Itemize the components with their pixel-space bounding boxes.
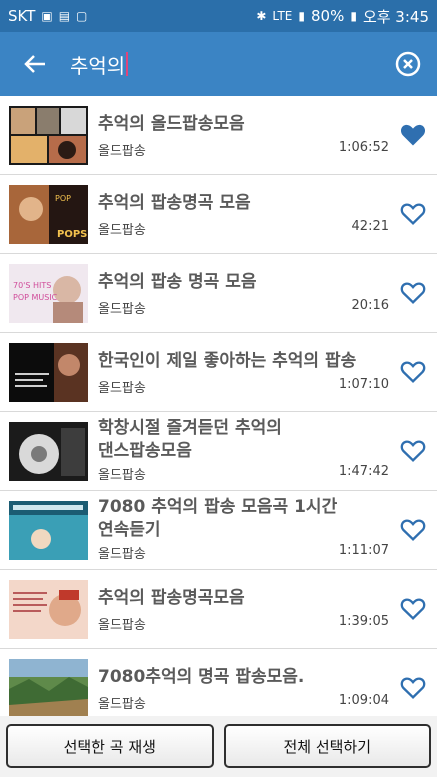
heart-outline-icon[interactable] — [399, 516, 427, 544]
list-item[interactable]: 7080추억의 명곡 팝송모음. 올드팝송 1:09:04 — [0, 649, 437, 716]
thumb-text-top: POP — [55, 194, 71, 203]
heart-outline-icon[interactable] — [399, 437, 427, 465]
heart-outline-icon[interactable] — [399, 674, 427, 702]
carrier-label: SKT — [8, 7, 36, 25]
song-title-line2: 연속듣기 — [98, 520, 161, 540]
list-item[interactable]: 7080 추억의 팝송 모음곡 1시간 연속듣기 올드팝송 1:11:07 — [0, 491, 437, 570]
heart-outline-icon[interactable] — [399, 279, 427, 307]
video-thumbnail — [9, 580, 88, 639]
text-cursor — [126, 52, 129, 76]
list-item[interactable]: 70'S HITS POP MUSIC 추억의 팝송 명곡 모음 올드팝송 20… — [0, 254, 437, 333]
list-item[interactable]: 학창시절 즐겨듣던 추억의 댄스팝송모음 올드팝송 1:47:42 — [0, 412, 437, 491]
status-left: SKT ▣ ▤ ▢ — [8, 7, 87, 25]
lte-label: LTE — [272, 9, 293, 23]
song-title: 추억의 올드팝송모음 — [98, 114, 245, 134]
close-circle-icon — [395, 51, 421, 77]
bluetooth-icon: ✱ — [256, 9, 267, 23]
song-category: 올드팝송 — [98, 144, 146, 159]
video-thumbnail — [9, 422, 88, 481]
heart-filled-icon[interactable] — [399, 121, 427, 149]
list-item[interactable]: 추억의 올드팝송모음 올드팝송 1:06:52 — [0, 96, 437, 175]
list-item[interactable]: POP POPS 추억의 팝송명곡 모음 올드팝송 42:21 — [0, 175, 437, 254]
song-category: 올드팝송 — [98, 381, 146, 396]
thumb-text-line1: 70'S HITS — [13, 281, 51, 290]
back-arrow-icon — [24, 55, 45, 73]
sim-notification-icon: ▤ — [58, 9, 71, 23]
heart-outline-icon[interactable] — [399, 200, 427, 228]
song-list: 추억의 올드팝송모음 올드팝송 1:06:52 POP POPS 추억의 팝송명… — [0, 96, 437, 716]
song-category: 올드팝송 — [98, 547, 146, 562]
download-notification-icon: ▢ — [76, 9, 88, 23]
video-thumbnail — [9, 659, 88, 716]
song-category: 올드팝송 — [98, 302, 146, 317]
song-title-line1: 학창시절 즐겨듣던 추억의 — [98, 418, 282, 438]
clear-search-button[interactable] — [379, 32, 437, 96]
video-thumbnail — [9, 343, 88, 402]
song-duration: 42:21 — [351, 219, 389, 234]
list-item[interactable]: 한국인이 제일 좋아하는 추억의 팝송 올드팝송 1:07:10 — [0, 333, 437, 412]
song-duration: 20:16 — [351, 298, 389, 313]
video-thumbnail: 70'S HITS POP MUSIC — [9, 264, 88, 323]
song-title: 7080추억의 명곡 팝송모음. — [98, 667, 305, 687]
play-selected-button[interactable]: 선택한 곡 재생 — [6, 724, 214, 768]
video-thumbnail — [9, 501, 88, 560]
song-duration: 1:06:52 — [338, 140, 389, 155]
song-category: 올드팝송 — [98, 223, 146, 238]
song-title: 추억의 팝송명곡모음 — [98, 588, 245, 608]
song-category: 올드팝송 — [98, 468, 146, 483]
song-duration: 1:11:07 — [338, 543, 389, 558]
app-bar: 추억의 — [0, 32, 437, 96]
video-thumbnail — [9, 106, 88, 165]
video-thumbnail: POP POPS — [9, 185, 88, 244]
bottom-action-bar: 선택한 곡 재생 전체 선택하기 — [0, 716, 437, 777]
gallery-notification-icon: ▣ — [41, 9, 53, 23]
song-title-line1: 7080 추억의 팝송 모음곡 1시간 — [98, 497, 338, 517]
song-title: 추억의 팝송 명곡 모음 — [98, 272, 257, 292]
song-title: 추억의 팝송명곡 모음 — [98, 193, 251, 213]
select-all-button[interactable]: 전체 선택하기 — [223, 724, 431, 768]
back-button[interactable] — [0, 32, 70, 96]
song-duration: 1:07:10 — [338, 377, 389, 392]
search-query: 추억의 — [70, 53, 126, 78]
heart-outline-icon[interactable] — [399, 358, 427, 386]
song-title: 한국인이 제일 좋아하는 추억의 팝송 — [98, 351, 357, 371]
battery-percent: 80% — [310, 7, 345, 25]
thumb-text-bottom: POPS — [57, 229, 87, 240]
search-input[interactable]: 추억의 — [70, 32, 379, 96]
heart-outline-icon[interactable] — [399, 595, 427, 623]
status-right: ✱ LTE ▮ 80% ▮ 오후 3:45 — [256, 6, 429, 27]
song-category: 올드팝송 — [98, 618, 146, 633]
thumb-text-line2: POP MUSIC — [13, 293, 58, 302]
song-duration: 1:09:04 — [338, 693, 389, 708]
song-category: 올드팝송 — [98, 697, 146, 712]
list-item[interactable]: 추억의 팝송명곡모음 올드팝송 1:39:05 — [0, 570, 437, 649]
signal-icon: ▮ — [298, 9, 305, 23]
battery-icon: ▮ — [350, 9, 357, 23]
song-title-line2: 댄스팝송모음 — [98, 441, 192, 461]
song-duration: 1:47:42 — [338, 464, 389, 479]
song-duration: 1:39:05 — [338, 614, 389, 629]
clock: 오후 3:45 — [362, 7, 429, 26]
status-bar: SKT ▣ ▤ ▢ ✱ LTE ▮ 80% ▮ 오후 3:45 — [0, 0, 437, 32]
